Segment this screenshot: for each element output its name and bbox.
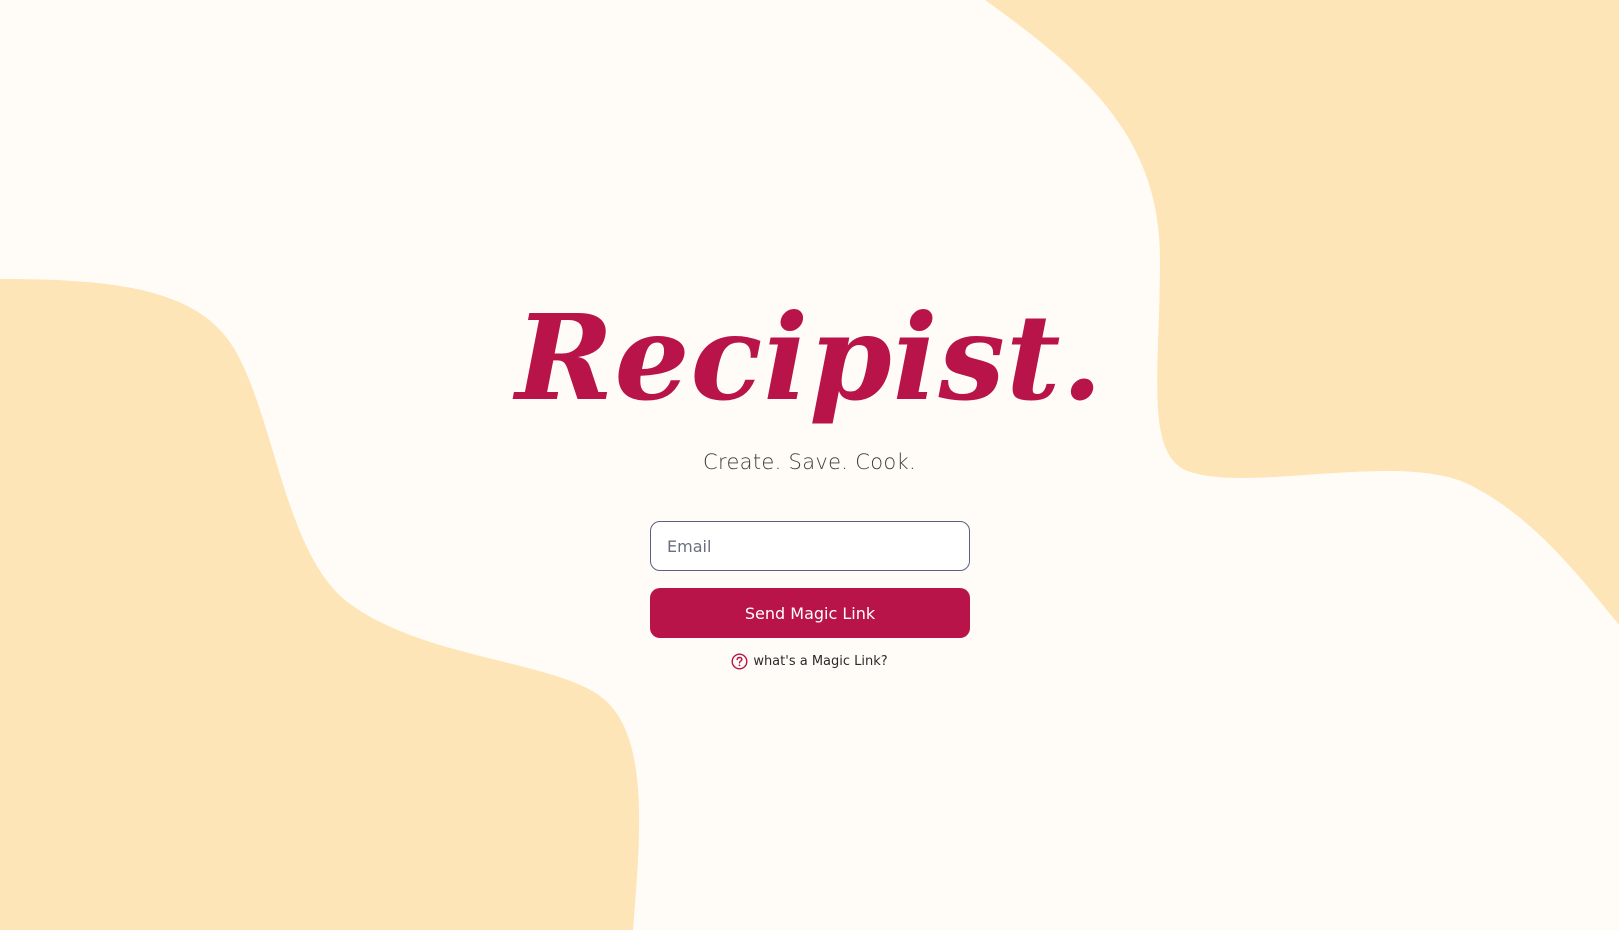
- help-link-label: what's a Magic Link?: [753, 653, 888, 669]
- email-field[interactable]: [650, 521, 970, 571]
- send-magic-link-button[interactable]: Send Magic Link: [650, 588, 970, 638]
- app-logo: Recipist.: [515, 288, 1104, 427]
- login-content: Recipist. Create. Save. Cook. Send Magic…: [0, 0, 1619, 930]
- login-page: Recipist. Create. Save. Cook. Send Magic…: [0, 0, 1619, 930]
- question-circle-icon: [731, 652, 748, 670]
- tagline: Create. Save. Cook.: [703, 450, 916, 474]
- magic-link-help-link[interactable]: what's a Magic Link?: [0, 651, 1619, 671]
